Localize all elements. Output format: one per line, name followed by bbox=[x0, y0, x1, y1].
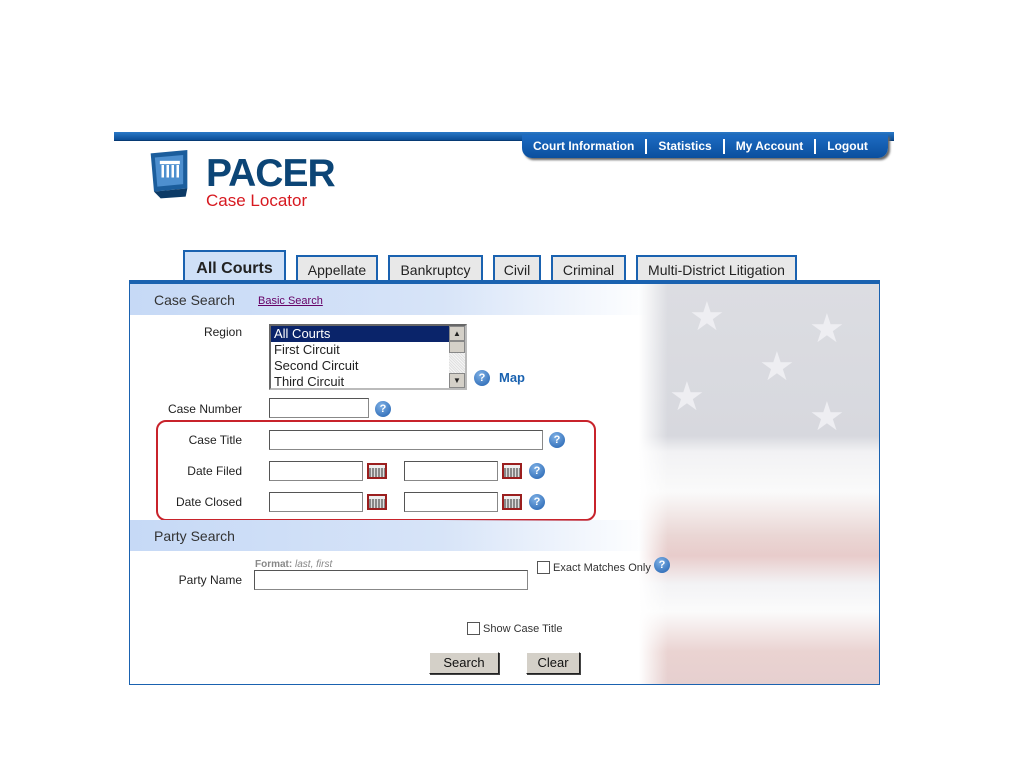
search-panel: ★ ★ ★ ★ ★ Case Search Basic Search Regio… bbox=[129, 280, 880, 685]
party-search-heading: Party Search bbox=[154, 528, 235, 544]
date-filed-help-icon[interactable]: ? bbox=[529, 463, 545, 479]
date-filed-from-input[interactable] bbox=[269, 461, 363, 481]
case-title-help-icon[interactable]: ? bbox=[549, 432, 565, 448]
date-closed-to-input[interactable] bbox=[404, 492, 498, 512]
case-number-label: Case Number bbox=[167, 402, 242, 416]
case-title-label: Case Title bbox=[188, 433, 242, 447]
exact-matches-checkbox[interactable] bbox=[537, 561, 550, 574]
scroll-up-icon[interactable]: ▲ bbox=[449, 326, 465, 341]
tab-multi-district-litigation[interactable]: Multi-District Litigation bbox=[636, 255, 797, 280]
case-number-input[interactable] bbox=[269, 398, 369, 418]
date-filed-to-input[interactable] bbox=[404, 461, 498, 481]
region-option[interactable]: Second Circuit bbox=[271, 358, 465, 374]
tab-appellate[interactable]: Appellate bbox=[296, 255, 378, 280]
party-name-label: Party Name bbox=[178, 573, 242, 587]
star-decoration: ★ bbox=[809, 307, 845, 351]
region-option[interactable]: First Circuit bbox=[271, 342, 465, 358]
exact-matches-label: Exact Matches Only bbox=[553, 562, 651, 574]
flag-background: ★ ★ ★ ★ ★ bbox=[639, 284, 879, 684]
basic-search-link[interactable]: Basic Search bbox=[258, 295, 323, 307]
party-search-header: Party Search bbox=[130, 520, 650, 551]
date-closed-from-input[interactable] bbox=[269, 492, 363, 512]
clear-button[interactable]: Clear bbox=[526, 652, 580, 674]
courthouse-monitor-icon bbox=[150, 150, 188, 199]
calendar-icon[interactable] bbox=[502, 463, 522, 479]
nav-my-account[interactable]: My Account bbox=[722, 139, 815, 154]
logo-subtitle: Case Locator bbox=[206, 191, 308, 210]
region-label: Region bbox=[203, 325, 242, 339]
tab-all-courts[interactable]: All Courts bbox=[183, 250, 286, 280]
scroll-thumb[interactable] bbox=[449, 341, 465, 353]
map-link[interactable]: Map bbox=[499, 370, 525, 385]
case-search-heading: Case Search bbox=[154, 292, 235, 308]
format-hint: last, first bbox=[295, 559, 333, 570]
tab-bankruptcy[interactable]: Bankruptcy bbox=[388, 255, 483, 280]
nav-court-information[interactable]: Court Information bbox=[522, 139, 645, 154]
region-scrollbar[interactable]: ▲ ▼ bbox=[449, 326, 465, 388]
case-title-input[interactable] bbox=[269, 430, 543, 450]
nav-logout[interactable]: Logout bbox=[814, 139, 879, 154]
party-name-help-icon[interactable]: ? bbox=[654, 557, 670, 573]
star-decoration: ★ bbox=[669, 375, 705, 419]
region-option[interactable]: Third Circuit bbox=[271, 374, 465, 390]
calendar-icon[interactable] bbox=[502, 494, 522, 510]
nav-statistics[interactable]: Statistics bbox=[645, 139, 722, 154]
case-search-header: Case Search Basic Search bbox=[130, 284, 650, 315]
date-closed-label: Date Closed bbox=[175, 495, 242, 509]
region-option[interactable]: All Courts bbox=[271, 326, 465, 342]
party-name-format-hint: Format: last, first bbox=[255, 559, 332, 570]
star-decoration: ★ bbox=[809, 395, 845, 439]
star-decoration: ★ bbox=[689, 295, 725, 339]
logo-title: PACER bbox=[206, 152, 336, 195]
date-closed-help-icon[interactable]: ? bbox=[529, 494, 545, 510]
region-listbox[interactable]: All Courts First Circuit Second Circuit … bbox=[269, 324, 467, 390]
top-nav: Court Information Statistics My Account … bbox=[522, 135, 888, 158]
date-filed-label: Date Filed bbox=[187, 464, 242, 478]
region-help-icon[interactable]: ? bbox=[474, 370, 490, 386]
party-name-input[interactable] bbox=[254, 570, 528, 590]
scroll-down-icon[interactable]: ▼ bbox=[449, 373, 465, 388]
format-label: Format: bbox=[255, 559, 293, 570]
star-decoration: ★ bbox=[759, 345, 795, 389]
calendar-icon[interactable] bbox=[367, 463, 387, 479]
show-case-title-checkbox[interactable] bbox=[467, 622, 480, 635]
tab-criminal[interactable]: Criminal bbox=[551, 255, 626, 280]
search-button[interactable]: Search bbox=[429, 652, 499, 674]
calendar-icon[interactable] bbox=[367, 494, 387, 510]
show-case-title-label: Show Case Title bbox=[483, 623, 563, 635]
case-number-help-icon[interactable]: ? bbox=[375, 401, 391, 417]
tab-civil[interactable]: Civil bbox=[493, 255, 541, 280]
